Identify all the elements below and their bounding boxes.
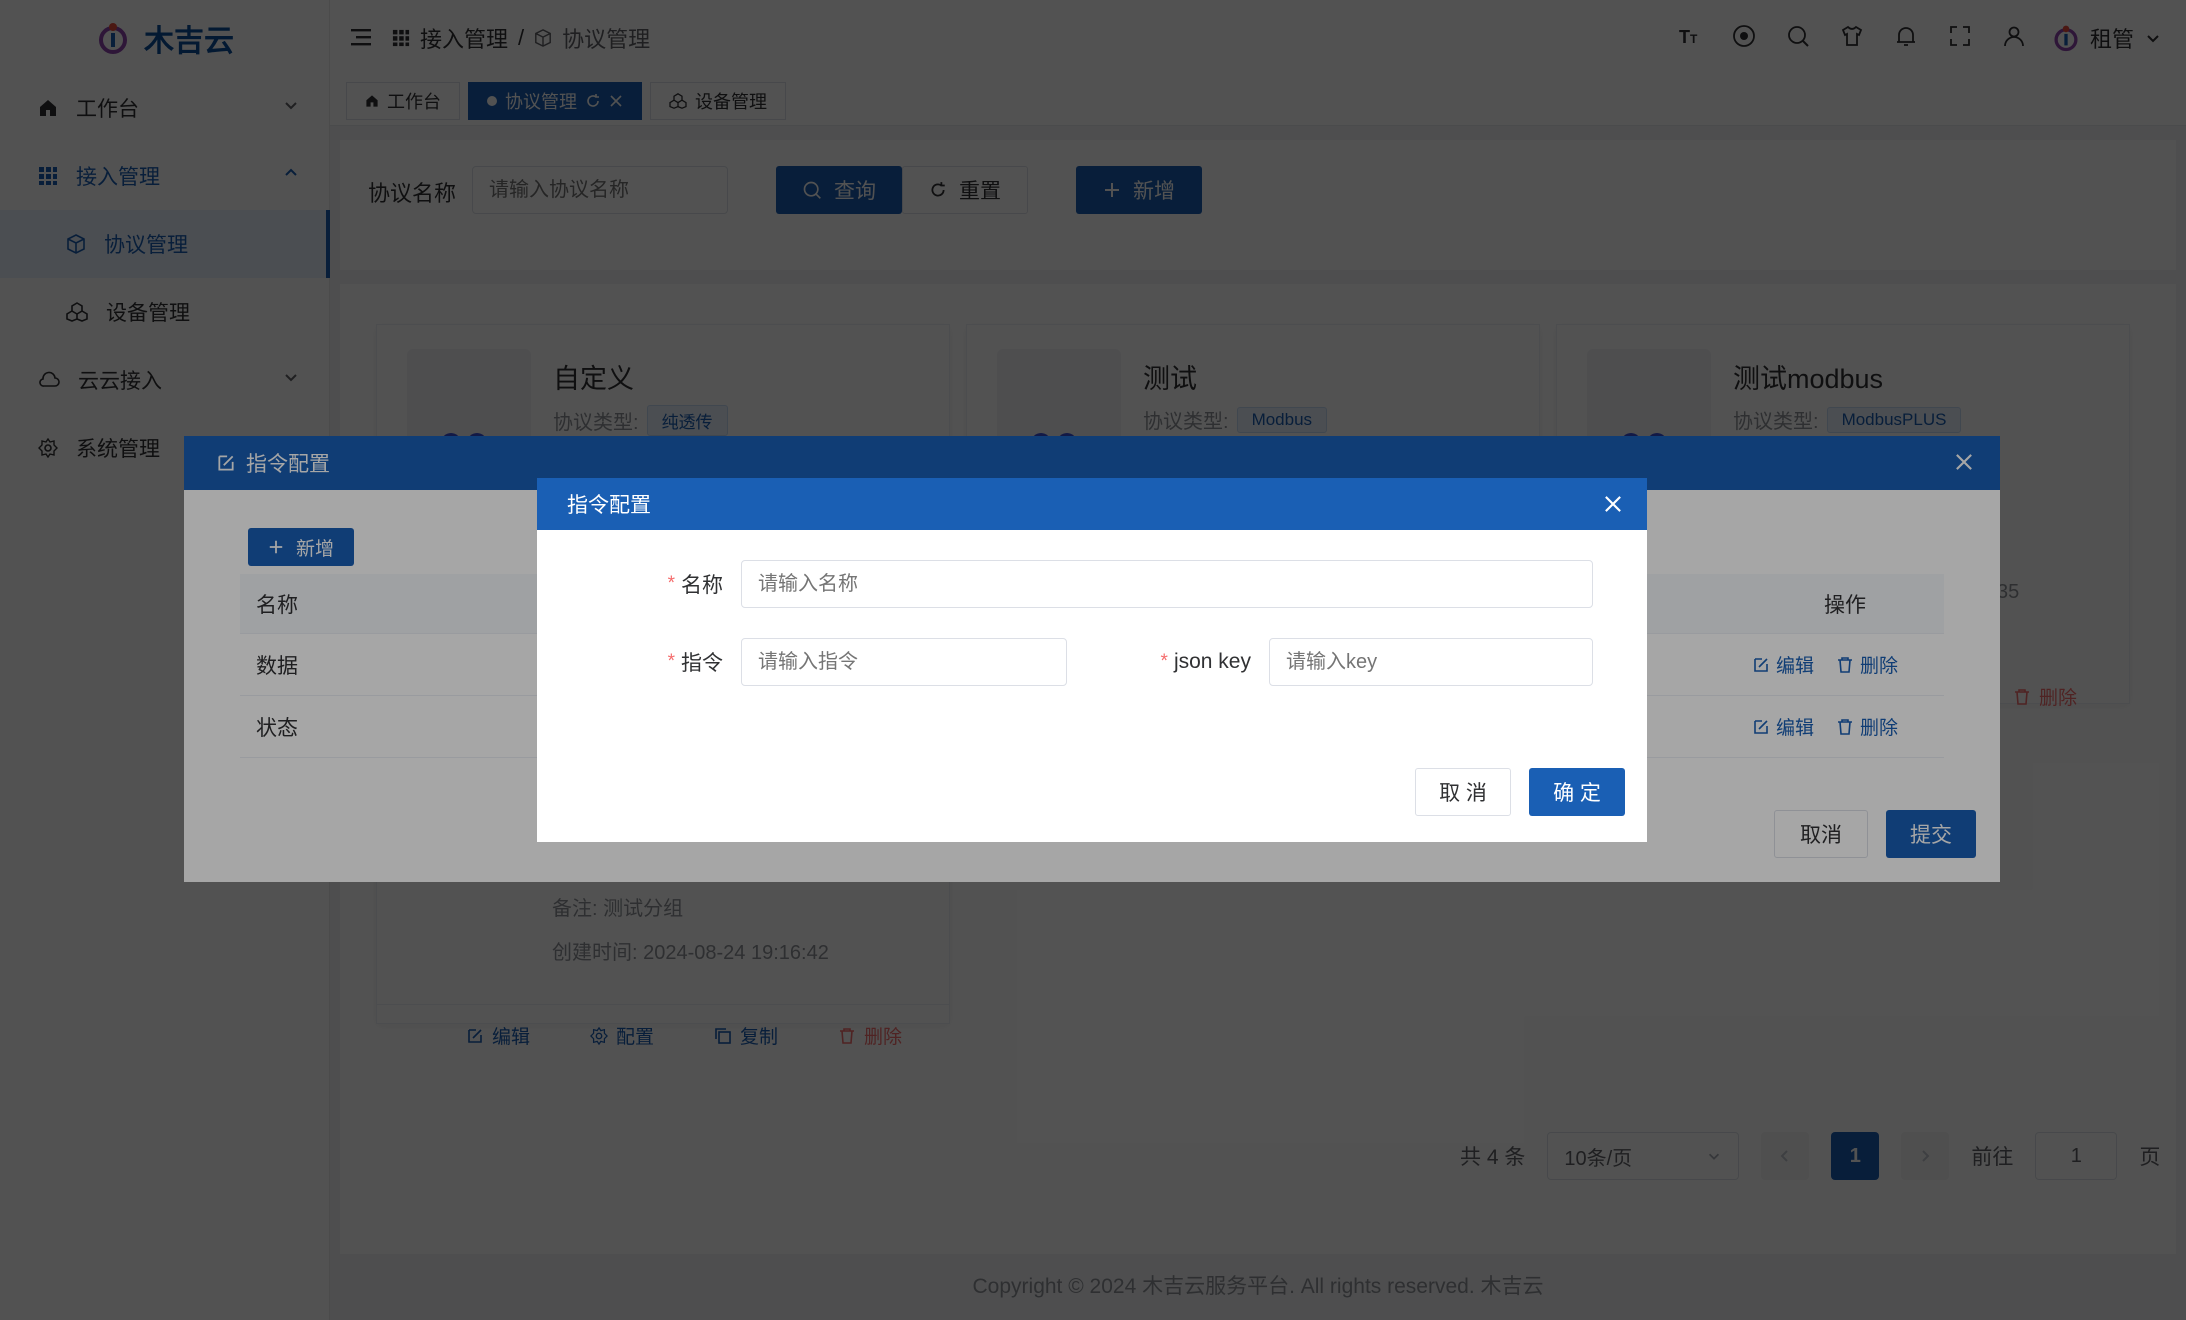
dialog-title: 指令配置 <box>567 494 651 517</box>
confirm-button[interactable]: 确 定 <box>1529 768 1625 816</box>
dialog-header: 指令配置 <box>537 478 1647 530</box>
name-label: * 名称 <box>627 560 723 608</box>
close-icon[interactable] <box>1603 494 1623 514</box>
command-edit-dialog: 指令配置 *名称 *指令 *json key 取 消 确 定 <box>537 478 1647 842</box>
name-input[interactable] <box>741 560 1593 608</box>
command-input[interactable] <box>741 638 1067 686</box>
command-label: * 指令 <box>627 638 723 686</box>
json-key-label-text: json key <box>1173 650 1251 673</box>
inner-cancel-button[interactable]: 取 消 <box>1415 768 1511 816</box>
name-label-text: 名称 <box>681 574 723 597</box>
inner-cancel-label: 取 消 <box>1439 782 1487 805</box>
confirm-label: 确 定 <box>1553 782 1601 805</box>
json-key-input[interactable] <box>1269 638 1593 686</box>
command-label-text: 指令 <box>681 652 723 675</box>
json-key-label: * json key <box>1160 650 1251 673</box>
